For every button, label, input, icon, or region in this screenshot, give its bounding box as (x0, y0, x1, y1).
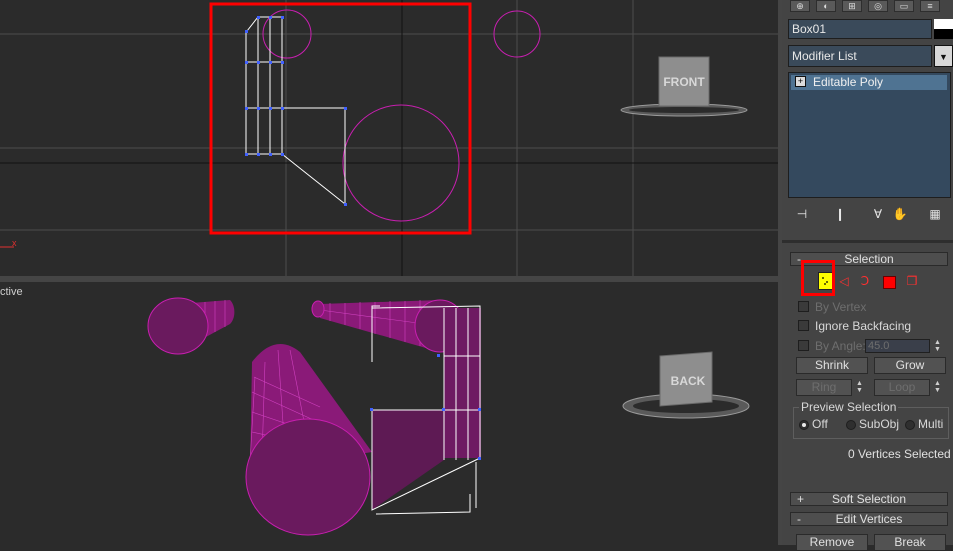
preview-multi-label: Multi (918, 417, 944, 431)
angle-spinner-icon[interactable]: ▲ ▼ (933, 339, 942, 353)
soft-selection-rollout-header[interactable]: + Soft Selection (790, 492, 948, 506)
viewcube-back-face: BACK (671, 374, 706, 388)
object-color-swatch[interactable] (934, 19, 953, 39)
cylinder-small-left (147, 297, 235, 355)
perspective-viewport[interactable]: BACK ctive (0, 282, 778, 545)
collapse-minus-icon: - (797, 512, 801, 526)
modify-tab-icon[interactable]: ◐ (816, 0, 836, 12)
preview-multi-radio[interactable] (905, 420, 915, 430)
stack-toolbar: ⊣ ❙ ∀ ✋ ▦ (792, 205, 952, 225)
perspective-viewport-canvas: BACK (147, 297, 750, 536)
display-tab-icon[interactable]: ▭ (894, 0, 914, 12)
edge-mode-icon[interactable]: ◁ (838, 275, 850, 287)
hierarchy-tab-icon[interactable]: ⊞ (842, 0, 862, 12)
ignore-backfacing-checkbox[interactable] (798, 320, 809, 331)
break-button[interactable]: Break (874, 534, 946, 551)
utilities-tab-icon[interactable]: ≡ (920, 0, 940, 12)
rollout-title: Soft Selection (831, 492, 907, 506)
angle-input[interactable]: 45.0 (865, 339, 930, 353)
by-angle-checkbox[interactable] (798, 340, 809, 351)
ignore-backfacing-label: Ignore Backfacing (815, 319, 912, 333)
ring-button[interactable]: Ring (796, 379, 852, 396)
vertex-mode-highlight (801, 260, 835, 296)
ring-spinner-icon[interactable]: ▲ ▼ (855, 380, 864, 394)
axis-x-label: x (12, 238, 17, 248)
motion-tab-icon[interactable]: ◎ (868, 0, 888, 12)
preview-subobj-label: SubObj (859, 417, 900, 431)
configure-modifier-sets-icon[interactable]: ▦ (925, 205, 945, 223)
preview-subobj-radio[interactable] (846, 420, 856, 430)
selection-status: 0 Vertices Selected (848, 447, 951, 461)
selected-mesh-wire (245, 16, 346, 206)
stack-item-label: Editable Poly (813, 75, 884, 89)
grow-button[interactable]: Grow (874, 357, 946, 374)
rollout-title: Selection (844, 252, 894, 266)
rollout-title: Edit Vertices (835, 512, 903, 526)
create-tab-icon[interactable]: ⊕ (790, 0, 810, 12)
stack-item-editable-poly[interactable]: Editable Poly (791, 75, 947, 90)
viewcube-top[interactable]: FRONT (620, 56, 748, 117)
top-viewport[interactable]: x FRONT (0, 0, 778, 276)
pin-stack-icon[interactable]: ⊣ (792, 205, 812, 223)
mesh-vertices (245, 16, 347, 206)
object-name-field[interactable]: Box01 (788, 19, 932, 39)
by-vertex-checkbox[interactable] (798, 301, 809, 312)
chevron-down-icon[interactable]: ▼ (934, 45, 953, 67)
viewport-axis-lines (0, 0, 778, 276)
remove-button[interactable]: Remove (796, 534, 868, 551)
viewcube-front-face: FRONT (663, 75, 705, 89)
element-mode-icon[interactable]: ❒ (906, 275, 918, 287)
polygon-mode-icon[interactable] (883, 276, 896, 289)
preview-selection-title: Preview Selection (799, 400, 899, 414)
preview-off-radio[interactable] (799, 420, 809, 430)
show-end-result-icon[interactable]: ❙ (830, 205, 850, 223)
panel-separator (782, 240, 953, 243)
viewcube-perspective[interactable]: BACK (622, 351, 750, 419)
top-viewport-canvas: x FRONT (0, 0, 778, 276)
expand-plus-icon: + (797, 492, 805, 506)
modifier-list-dropdown[interactable]: Modifier List (788, 45, 932, 67)
preview-off-label: Off (812, 417, 828, 431)
make-unique-icon[interactable]: ∀ (868, 205, 888, 223)
remove-modifier-icon[interactable]: ✋ (890, 205, 910, 223)
by-angle-label: By Angle: (815, 339, 866, 353)
preview-selection-group: Preview Selection Off SubObj Multi (793, 400, 949, 439)
cylinder-large (245, 344, 372, 536)
loop-button[interactable]: Loop (874, 379, 930, 396)
viewport-label[interactable]: ctive (0, 286, 23, 298)
by-vertex-label: By Vertex (815, 300, 867, 314)
edit-vertices-rollout-header[interactable]: - Edit Vertices (790, 512, 948, 526)
loop-spinner-icon[interactable]: ▲ ▼ (933, 380, 942, 394)
modifier-stack[interactable]: Editable Poly + (788, 72, 951, 198)
shrink-button[interactable]: Shrink (796, 357, 868, 374)
command-panel-tabs: ⊕ ◐ ⊞ ◎ ▭ ≡ (790, 0, 953, 12)
expand-plus-icon[interactable]: + (795, 76, 806, 87)
selection-highlight-box (209, 2, 472, 235)
border-mode-icon[interactable]: Ↄ (859, 275, 871, 287)
viewport-grid (0, 0, 778, 276)
